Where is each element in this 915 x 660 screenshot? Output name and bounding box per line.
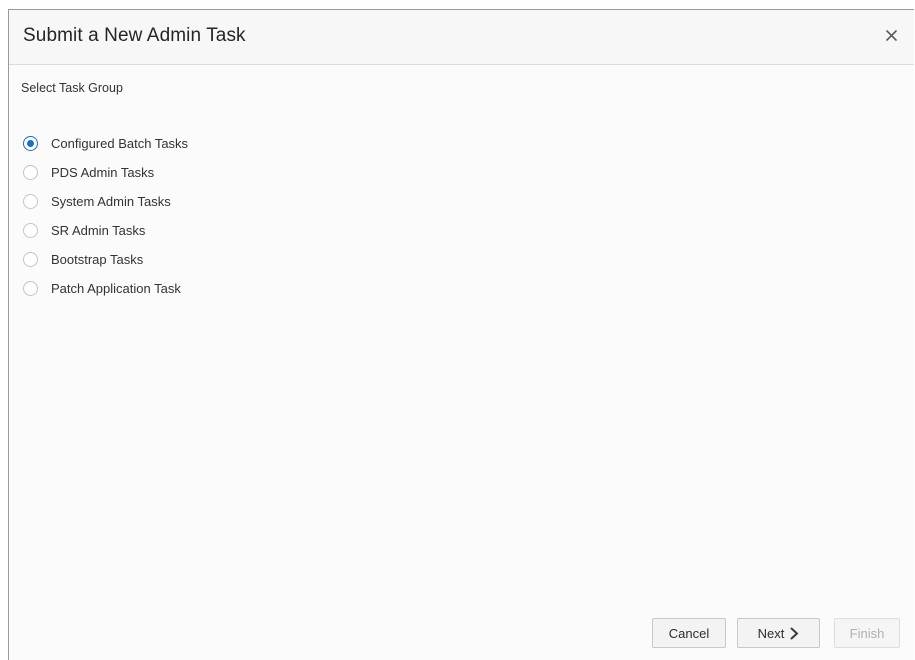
radio-option-pds-admin-tasks[interactable]: PDS Admin Tasks bbox=[23, 158, 188, 187]
dialog-title: Submit a New Admin Task bbox=[23, 25, 246, 46]
section-label: Select Task Group bbox=[21, 81, 123, 95]
close-button[interactable] bbox=[880, 24, 902, 46]
next-button-label: Next bbox=[757, 625, 785, 641]
finish-button[interactable]: Finish bbox=[834, 618, 900, 648]
radio-option-sr-admin-tasks[interactable]: SR Admin Tasks bbox=[23, 216, 188, 245]
radio-button[interactable] bbox=[23, 165, 38, 180]
dialog-footer: Cancel Next Finish bbox=[652, 618, 900, 648]
next-button[interactable]: Next bbox=[737, 618, 820, 648]
radio-button[interactable] bbox=[23, 223, 38, 238]
dialog-header: Submit a New Admin Task bbox=[9, 10, 914, 65]
radio-label: System Admin Tasks bbox=[51, 194, 171, 209]
radio-option-patch-application-task[interactable]: Patch Application Task bbox=[23, 274, 188, 303]
radio-label: Configured Batch Tasks bbox=[51, 136, 189, 151]
task-group-radio-group: Configured Batch Tasks PDS Admin Tasks S… bbox=[23, 129, 188, 303]
radio-option-system-admin-tasks[interactable]: System Admin Tasks bbox=[23, 187, 188, 216]
radio-label: Patch Application Task bbox=[51, 281, 181, 296]
radio-label: Bootstrap Tasks bbox=[51, 252, 144, 267]
radio-option-bootstrap-tasks[interactable]: Bootstrap Tasks bbox=[23, 245, 188, 274]
close-icon bbox=[885, 29, 897, 41]
cancel-button[interactable]: Cancel bbox=[652, 618, 726, 648]
radio-label: PDS Admin Tasks bbox=[51, 165, 155, 180]
dialog-body: Select Task Group Configured Batch Tasks… bbox=[9, 65, 914, 660]
chevron-right-icon bbox=[790, 627, 799, 640]
radio-button[interactable] bbox=[23, 136, 38, 151]
radio-button[interactable] bbox=[23, 281, 38, 296]
radio-button[interactable] bbox=[23, 252, 38, 267]
admin-task-dialog: Submit a New Admin Task Select Task Grou… bbox=[8, 9, 914, 660]
radio-button[interactable] bbox=[23, 194, 38, 209]
radio-option-configured-batch-tasks[interactable]: Configured Batch Tasks bbox=[23, 129, 188, 158]
radio-label: SR Admin Tasks bbox=[51, 223, 146, 238]
